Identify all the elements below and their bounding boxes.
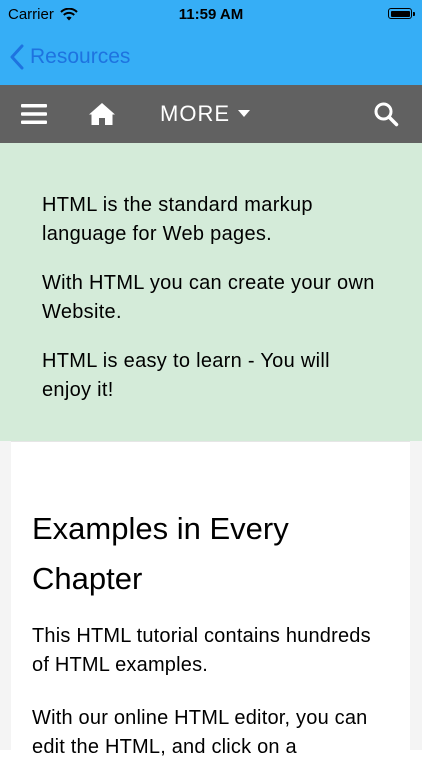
home-icon: [89, 103, 115, 125]
status-time: 11:59 AM: [178, 6, 244, 23]
menu-button[interactable]: [8, 85, 60, 143]
chevron-left-icon: [10, 44, 24, 70]
page-gutter-right: [410, 441, 422, 750]
home-button[interactable]: [76, 85, 128, 143]
section-paragraph: With our online HTML editor, you can edi…: [32, 707, 368, 758]
caret-down-icon: [238, 110, 250, 117]
section-heading: Examples in Every Chapter: [32, 511, 289, 596]
search-button[interactable]: [360, 85, 412, 143]
intro-paragraph: With HTML you can create your own Websit…: [42, 272, 375, 323]
intro-paragraph: HTML is easy to learn - You will enjoy i…: [42, 350, 330, 401]
intro-paragraph: HTML is the standard markup language for…: [42, 194, 313, 245]
site-toolbar: MORE: [0, 85, 422, 143]
more-label: MORE: [160, 101, 230, 126]
search-icon: [374, 102, 399, 127]
battery-icon: [388, 8, 415, 19]
back-button[interactable]: Resources: [10, 40, 130, 74]
more-menu-button[interactable]: MORE: [150, 85, 260, 143]
navigation-bar: Resources: [0, 30, 422, 85]
back-button-label: Resources: [30, 45, 131, 68]
section-paragraph: This HTML tutorial contains hundreds of …: [32, 625, 371, 676]
page-gutter-left: [0, 441, 11, 750]
hamburger-icon: [21, 104, 47, 124]
intro-banner: HTML is the standard markup language for…: [0, 143, 422, 441]
content-card: Examples in Every Chapter This HTML tuto…: [11, 441, 410, 758]
status-bar: Carrier 11:59 AM: [0, 0, 422, 30]
